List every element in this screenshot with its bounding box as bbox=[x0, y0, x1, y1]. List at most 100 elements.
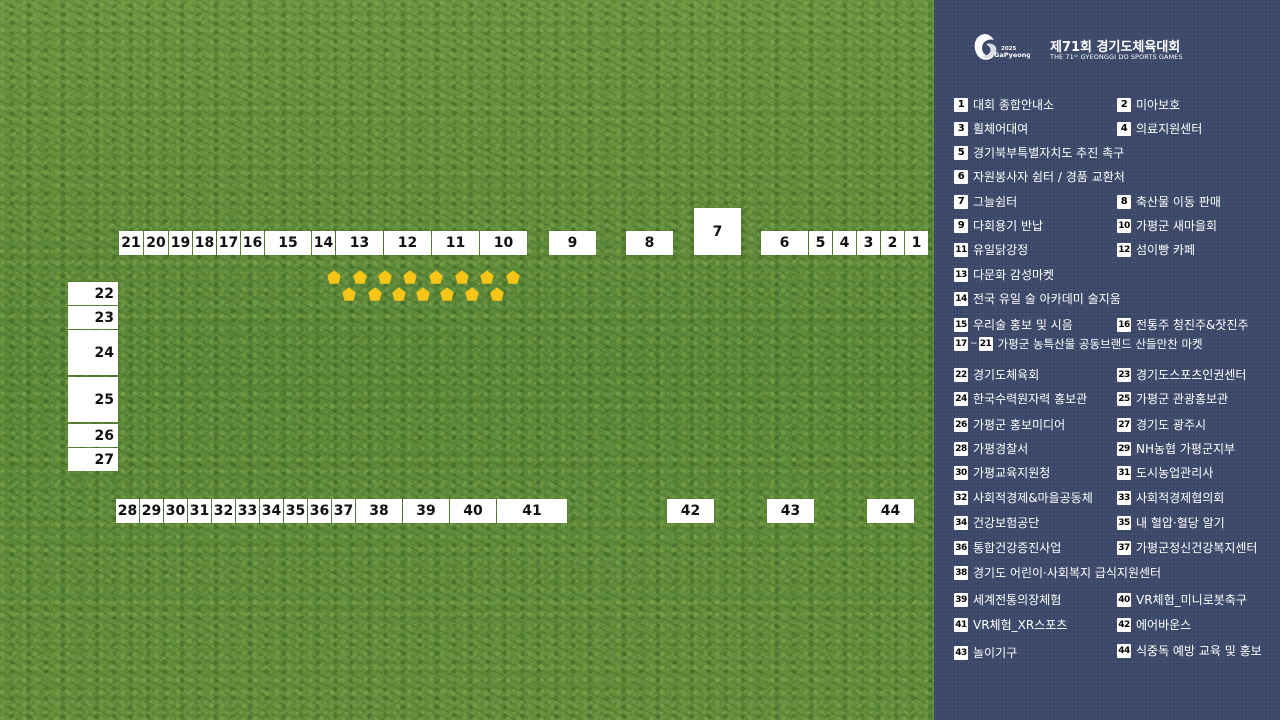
booth-6[interactable]: 6 bbox=[761, 231, 808, 255]
booth-15[interactable]: 15 bbox=[265, 231, 311, 255]
legend-number-badge: 43 bbox=[954, 645, 968, 660]
booth-27[interactable]: 27 bbox=[68, 448, 118, 471]
legend-label: 내 혈압·혈당 알기 bbox=[1136, 516, 1225, 530]
booth-22[interactable]: 22 bbox=[68, 282, 118, 305]
booth-43[interactable]: 43 bbox=[767, 499, 814, 523]
booth-7[interactable]: 7 bbox=[694, 208, 741, 255]
booth-25[interactable]: 25 bbox=[68, 377, 118, 422]
legend-number-badge: 3 bbox=[954, 121, 968, 136]
booth-24[interactable]: 24 bbox=[68, 330, 118, 375]
booth-31[interactable]: 31 bbox=[188, 499, 211, 523]
booth-40[interactable]: 40 bbox=[450, 499, 496, 523]
legend-label: 가평경찰서 bbox=[973, 442, 1029, 456]
legend-label: 건강보험공단 bbox=[973, 516, 1040, 530]
booth-21[interactable]: 21 bbox=[119, 231, 143, 255]
booth-1[interactable]: 1 bbox=[905, 231, 928, 255]
legend-label: 전통주 청진주&잣진주 bbox=[1136, 318, 1249, 332]
logo-name: GaPyeong bbox=[994, 51, 1030, 59]
booth-4[interactable]: 4 bbox=[833, 231, 856, 255]
legend-item-33: 33 사회적경제협의회 bbox=[1117, 489, 1224, 506]
booth-20[interactable]: 20 bbox=[144, 231, 168, 255]
legend-number-badge: 21 bbox=[978, 337, 993, 351]
booth-36[interactable]: 36 bbox=[308, 499, 331, 523]
legend-item-39: 39 세계전통의장체험 bbox=[954, 591, 1061, 608]
booth-32[interactable]: 32 bbox=[212, 499, 235, 523]
booth-3[interactable]: 3 bbox=[857, 231, 880, 255]
legend-label: 식중독 예방 교육 및 홍보 bbox=[1136, 644, 1262, 658]
booth-38[interactable]: 38 bbox=[356, 499, 402, 523]
event-subtitle: THE 71ˢᵗ GYEONGGI DO SPORTS GAMES bbox=[1050, 53, 1183, 61]
booth-30[interactable]: 30 bbox=[164, 499, 187, 523]
booth-41[interactable]: 41 bbox=[497, 499, 567, 523]
festival-field-map: 21 20 19 18 17 16 15 14 13 12 11 10 9 8 7 6 5 4 3 2 1 22 23 24 2… bbox=[0, 0, 934, 720]
legend-item-30: 30 가평교육지원청 bbox=[954, 464, 1050, 481]
legend-item-9: 9 다회용기 반납 bbox=[954, 217, 1043, 234]
legend-number-badge: 39 bbox=[954, 592, 968, 607]
legend-item-1: 1 대회 종합안내소 bbox=[954, 96, 1054, 113]
legend-label: 경기도체육회 bbox=[973, 368, 1040, 382]
booth-5[interactable]: 5 bbox=[809, 231, 832, 255]
legend-label: 자원봉사자 쉼터 / 경품 교환처 bbox=[973, 170, 1125, 184]
legend-label: 한국수력원자력 홍보관 bbox=[973, 392, 1088, 406]
legend-item-13: 13 다문화 감성마켓 bbox=[954, 266, 1054, 283]
booth-18[interactable]: 18 bbox=[193, 231, 216, 255]
yellow-pentagon-marker-icon bbox=[429, 270, 443, 284]
booth-42[interactable]: 42 bbox=[667, 499, 714, 523]
booth-37[interactable]: 37 bbox=[332, 499, 355, 523]
legend-number-badge: 38 bbox=[954, 565, 968, 580]
legend-item-10: 10 가평군 새마을회 bbox=[1117, 217, 1217, 234]
legend-number-badge: 28 bbox=[954, 441, 968, 456]
legend-label: NH농협 가평군지부 bbox=[1136, 442, 1236, 456]
booth-17[interactable]: 17 bbox=[217, 231, 240, 255]
legend-item-6: 6 자원봉사자 쉼터 / 경품 교환처 bbox=[954, 168, 1125, 185]
legend-item-42: 42 에어바운스 bbox=[1117, 616, 1191, 633]
booth-14[interactable]: 14 bbox=[312, 231, 335, 255]
booth-26[interactable]: 26 bbox=[68, 424, 118, 447]
legend-item-23: 23 경기도스포츠인권센터 bbox=[1117, 366, 1246, 383]
booth-33[interactable]: 33 bbox=[236, 499, 259, 523]
booth-29[interactable]: 29 bbox=[140, 499, 163, 523]
legend-number-badge: 25 bbox=[1117, 391, 1131, 406]
booth-11[interactable]: 11 bbox=[432, 231, 479, 255]
legend-range-separator: ~ bbox=[970, 339, 978, 349]
legend-label: 도시농업관리사 bbox=[1136, 466, 1214, 480]
legend-item-32: 32 사회적경제&마을공동체 bbox=[954, 489, 1093, 506]
booth-35[interactable]: 35 bbox=[284, 499, 307, 523]
legend-label: 대회 종합안내소 bbox=[973, 98, 1055, 112]
legend-item-7: 7 그늘쉼터 bbox=[954, 193, 1017, 210]
legend-item-17-21: 17 ~21 가평군 농특산물 공동브랜드 산들만찬 마켓 bbox=[954, 336, 1203, 352]
booth-12[interactable]: 12 bbox=[384, 231, 431, 255]
legend-number-badge: 7 bbox=[954, 194, 968, 209]
gapyeong-logo-icon: 2025 GaPyeong bbox=[974, 34, 1030, 60]
legend-label: 섬이빵 카페 bbox=[1136, 243, 1196, 257]
booth-19[interactable]: 19 bbox=[169, 231, 192, 255]
booth-23[interactable]: 23 bbox=[68, 306, 118, 329]
legend-number-badge: 40 bbox=[1117, 592, 1131, 607]
legend-number-badge: 16 bbox=[1117, 317, 1131, 332]
booth-2[interactable]: 2 bbox=[881, 231, 904, 255]
booth-9[interactable]: 9 bbox=[549, 231, 596, 255]
legend-item-22: 22 경기도체육회 bbox=[954, 366, 1039, 383]
legend-panel: 2025 GaPyeong 제71회 경기도체육대회 THE 71ˢᵗ GYEO… bbox=[934, 0, 1280, 720]
booth-44[interactable]: 44 bbox=[867, 499, 914, 523]
legend-item-41: 41 VR체험_XR스포츠 bbox=[954, 616, 1067, 633]
legend-label: 가평군정신건강복지센터 bbox=[1136, 541, 1258, 555]
booth-28[interactable]: 28 bbox=[116, 499, 139, 523]
booth-10[interactable]: 10 bbox=[480, 231, 527, 255]
legend-label: 놀이기구 bbox=[973, 646, 1018, 660]
booth-39[interactable]: 39 bbox=[403, 499, 449, 523]
legend-number-badge: 31 bbox=[1117, 465, 1131, 480]
yellow-pentagon-marker-icon bbox=[440, 287, 454, 301]
legend-item-5: 5 경기북부특별자치도 추진 촉구 bbox=[954, 144, 1124, 161]
legend-number-badge: 41 bbox=[954, 617, 968, 632]
booth-34[interactable]: 34 bbox=[260, 499, 283, 523]
legend-label: 전국 유일 술 아카데미 술지움 bbox=[973, 292, 1121, 306]
booth-13[interactable]: 13 bbox=[336, 231, 383, 255]
legend-label: 경기북부특별자치도 추진 촉구 bbox=[973, 146, 1125, 160]
legend-item-29: 29 NH농협 가평군지부 bbox=[1117, 440, 1235, 457]
booth-8[interactable]: 8 bbox=[626, 231, 673, 255]
legend-label: 경기도 어린이·사회복지 급식지원센터 bbox=[973, 566, 1162, 580]
legend-label: 사회적경제&마을공동체 bbox=[973, 491, 1093, 505]
booth-16[interactable]: 16 bbox=[241, 231, 264, 255]
legend-number-badge: 27 bbox=[1117, 417, 1131, 432]
